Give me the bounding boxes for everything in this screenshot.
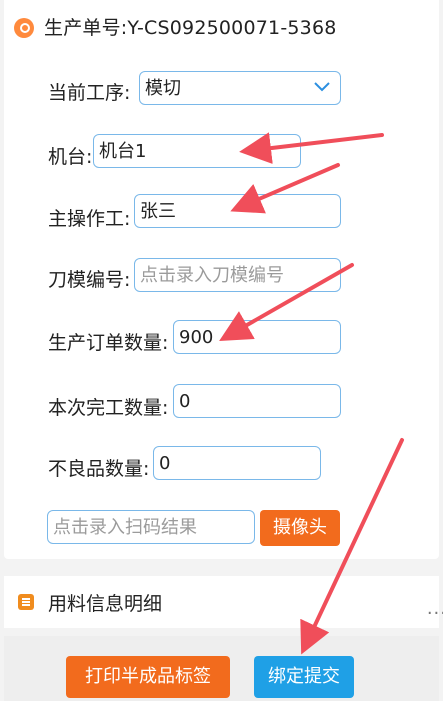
print-semi-finished-label-button[interactable]: 打印半成品标签	[66, 656, 230, 698]
chevron-down-icon	[314, 82, 330, 92]
process-select[interactable]: 模切	[139, 71, 341, 105]
die-number-input[interactable]: 点击录入刀模编号	[134, 258, 341, 292]
defect-qty-label: 不良品数量:	[48, 458, 150, 480]
order-number: 生产单号:Y-CS092500071-5368	[44, 17, 337, 39]
process-label: 当前工序:	[48, 82, 131, 104]
location-pin-icon	[14, 18, 34, 38]
process-select-value: 模切	[145, 78, 181, 99]
material-details-title: 用料信息明细	[48, 593, 163, 615]
bind-submit-button[interactable]: 绑定提交	[254, 656, 354, 698]
more-icon[interactable]: ...	[427, 598, 443, 619]
completed-qty-input[interactable]: 0	[173, 384, 341, 418]
machine-field[interactable]: 机台1	[93, 134, 301, 168]
operator-label: 主操作工:	[48, 208, 131, 230]
camera-button[interactable]: 摄像头	[260, 510, 340, 546]
completed-qty-label: 本次完工数量:	[48, 397, 169, 419]
order-qty-label: 生产订单数量:	[48, 332, 169, 354]
order-qty-field[interactable]: 900	[173, 320, 341, 354]
material-details-section[interactable]: 用料信息明细 ...	[4, 576, 443, 628]
operator-field[interactable]: 张三	[134, 194, 341, 228]
die-number-label: 刀模编号:	[48, 269, 131, 291]
scan-result-input[interactable]: 点击录入扫码结果	[47, 510, 255, 544]
list-icon	[18, 594, 34, 610]
defect-qty-input[interactable]: 0	[153, 446, 321, 480]
machine-label: 机台:	[48, 146, 93, 168]
